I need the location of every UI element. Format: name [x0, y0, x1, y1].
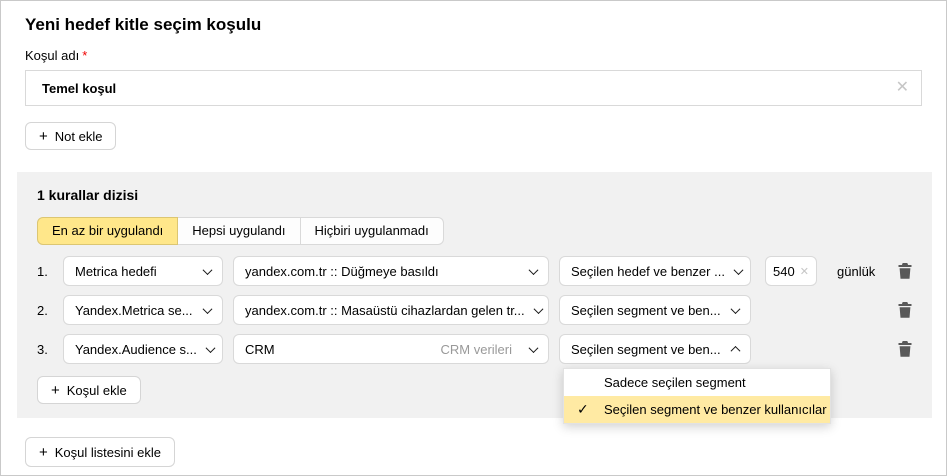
page-title: Yeni hedef kitle seçim koşulu [25, 15, 922, 35]
rule2-segment-value: yandex.com.tr :: Masaüstü cihazlardan ge… [245, 303, 525, 318]
rule-row-1: 1. Metrica hedefi yandex.com.tr :: Düğme… [37, 256, 912, 286]
rule3-segment-value: CRM [245, 342, 275, 357]
chevron-down-icon [533, 304, 543, 314]
menu-item-label: Seçilen segment ve benzer kullanıcılar [604, 396, 827, 423]
rule1-days-input[interactable]: 540 ✕ [765, 256, 817, 286]
trash-icon [898, 302, 912, 318]
rule1-type-value: Metrica hedefi [75, 264, 157, 279]
add-condition-list-button[interactable]: + Koşul listesini ekle [25, 437, 175, 467]
chevron-down-icon [203, 304, 213, 314]
plus-icon: + [39, 129, 48, 144]
rule3-segment-select[interactable]: CRM CRM verileri [233, 334, 549, 364]
condition-name-label-text: Koşul adı [25, 48, 79, 63]
condition-name-input[interactable] [25, 70, 922, 106]
rule1-days-value: 540 [773, 264, 795, 279]
tab-all-applied[interactable]: Hepsi uygulandı [177, 217, 300, 245]
rule3-audience-select[interactable]: Seçilen segment ve ben... [559, 334, 751, 364]
menu-item-label: Sadece seçilen segment [604, 369, 746, 396]
check-icon: ✓ [577, 396, 604, 423]
add-condition-list-label: Koşul listesini ekle [55, 445, 161, 460]
rule3-audience-value: Seçilen segment ve ben... [571, 342, 721, 357]
chevron-down-icon [205, 343, 215, 353]
condition-name-field: ✕ [25, 70, 922, 106]
rule3-type-value: Yandex.Audience s... [75, 342, 197, 357]
new-audience-condition-dialog: Yeni hedef kitle seçim koşulu Koşul adı*… [0, 0, 947, 476]
rule3-segment-hint: CRM verileri [441, 342, 513, 357]
required-asterisk: * [82, 48, 87, 63]
rule1-audience-value: Seçilen hedef ve benzer ... [571, 264, 725, 279]
rule-rows: 1. Metrica hedefi yandex.com.tr :: Düğme… [37, 256, 912, 364]
rule2-type-value: Yandex.Metrica se... [75, 303, 193, 318]
rule2-segment-select[interactable]: yandex.com.tr :: Masaüstü cihazlardan ge… [233, 295, 549, 325]
chevron-up-icon [731, 345, 741, 355]
condition-name-label: Koşul adı* [25, 48, 922, 63]
audience-dropdown-menu: Sadece seçilen segment ✓ Seçilen segment… [563, 368, 831, 424]
row-number: 3. [37, 342, 63, 357]
clear-days-icon[interactable]: ✕ [800, 265, 809, 278]
rule1-audience-select[interactable]: Seçilen hedef ve benzer ... [559, 256, 751, 286]
rule1-goal-select[interactable]: yandex.com.tr :: Düğmeye basıldı [233, 256, 549, 286]
chevron-down-icon [529, 343, 539, 353]
delete-rule-button[interactable] [898, 263, 912, 279]
menu-item-segment-and-similar[interactable]: ✓ Seçilen segment ve benzer kullanıcılar [564, 396, 830, 423]
chevron-down-icon [733, 265, 743, 275]
trash-icon [898, 263, 912, 279]
rule2-audience-select[interactable]: Seçilen segment ve ben... [559, 295, 751, 325]
tab-none-applied[interactable]: Hiçbiri uygulanmadı [300, 217, 444, 245]
rule-row-3: 3. Yandex.Audience s... CRM CRM verileri… [37, 334, 912, 364]
rule1-type-select[interactable]: Metrica hedefi [63, 256, 223, 286]
rule1-goal-value: yandex.com.tr :: Düğmeye basıldı [245, 264, 439, 279]
rule3-type-select[interactable]: Yandex.Audience s... [63, 334, 223, 364]
delete-rule-button[interactable] [898, 302, 912, 318]
add-note-label: Not ekle [55, 129, 103, 144]
rule-match-tabs: En az bir uygulandı Hepsi uygulandı Hiçb… [37, 217, 912, 245]
row-number: 2. [37, 303, 63, 318]
menu-item-only-selected-segment[interactable]: Sadece seçilen segment [564, 369, 830, 396]
rule2-audience-value: Seçilen segment ve ben... [571, 303, 721, 318]
days-unit-label: günlük [837, 264, 875, 279]
add-condition-label: Koşul ekle [67, 383, 127, 398]
rule-row-2: 2. Yandex.Metrica se... yandex.com.tr ::… [37, 295, 912, 325]
trash-icon [898, 341, 912, 357]
chevron-down-icon [731, 304, 741, 314]
tab-at-least-one-applied[interactable]: En az bir uygulandı [37, 217, 178, 245]
rule2-type-select[interactable]: Yandex.Metrica se... [63, 295, 223, 325]
add-condition-button[interactable]: + Koşul ekle [37, 376, 141, 404]
plus-icon: + [51, 383, 60, 398]
plus-icon: + [39, 445, 48, 460]
add-note-button[interactable]: + Not ekle [25, 122, 116, 150]
chevron-down-icon [529, 265, 539, 275]
clear-input-icon[interactable]: ✕ [896, 80, 909, 96]
rules-panel-header: 1 kurallar dizisi [37, 186, 912, 204]
row-number: 1. [37, 264, 63, 279]
chevron-down-icon [203, 265, 213, 275]
delete-rule-button[interactable] [898, 341, 912, 357]
